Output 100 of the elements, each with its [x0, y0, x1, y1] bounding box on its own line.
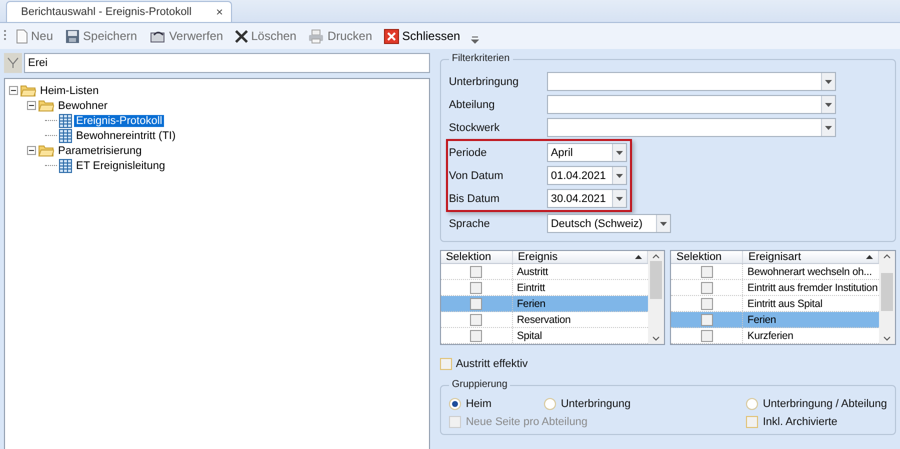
checkbox-label: Austritt effektiv	[456, 358, 528, 370]
grid-row[interactable]: Kurzferien	[671, 328, 879, 344]
table-icon	[59, 128, 72, 142]
close-icon	[384, 28, 400, 44]
column-header[interactable]: Selektion	[671, 251, 744, 263]
collapse-icon[interactable]	[27, 146, 36, 155]
sort-icon	[635, 255, 642, 259]
table-icon	[59, 114, 72, 128]
table-cell-text: Eintritt aus fremder Institution	[746, 280, 879, 295]
radio-label: Unterbringung	[560, 398, 631, 410]
checkbox[interactable]	[470, 314, 482, 326]
table-cell-text: Kurzferien	[746, 328, 794, 343]
caret-icon	[824, 80, 832, 84]
page-icon	[16, 28, 28, 44]
group-title: Filterkriterien	[448, 53, 513, 64]
group-title: Gruppierung	[448, 379, 510, 390]
checkbox[interactable]	[700, 330, 713, 342]
checkbox[interactable]	[700, 266, 713, 278]
table-cell-text: Ferien	[746, 312, 777, 327]
checkbox[interactable]	[470, 282, 482, 294]
close-tab-button[interactable]: ×	[216, 5, 223, 19]
column-header[interactable]: Selektion	[440, 251, 513, 263]
caret-icon	[824, 102, 832, 106]
document-tab[interactable]: Berichtauswahl - Ereignis-Protokoll ×	[6, 1, 232, 22]
table-cell-text: Spital	[516, 328, 543, 343]
tree-item[interactable]: Bewohnereintritt (TI)	[74, 130, 178, 142]
folder-icon	[38, 99, 54, 112]
table-cell-text: Bewohnerart wechseln oh...	[746, 264, 873, 279]
radio-label: Heim	[466, 398, 492, 410]
table-cell-text: Austritt	[516, 264, 550, 279]
dropdown[interactable]: April	[546, 143, 627, 162]
table-cell-text: Ferien	[516, 296, 546, 311]
dropdown[interactable]: Deutsch (Schweiz)	[546, 214, 671, 233]
grid-row[interactable]: Austritt	[440, 264, 648, 280]
grid-row[interactable]: Bewohnerart wechseln oh...	[671, 264, 879, 280]
tree-item[interactable]: Bewohner	[56, 100, 110, 112]
grid-row[interactable]: Ferien	[671, 312, 879, 328]
collapse-icon[interactable]	[9, 86, 18, 95]
tree-item[interactable]: Parametrisierung	[56, 144, 144, 156]
folder-icon	[38, 144, 54, 157]
tree-item[interactable]: Heim-Listen	[38, 84, 101, 96]
field-label: Von Datum	[448, 170, 504, 182]
checkbox[interactable]	[470, 298, 482, 310]
field-label: Bis Datum	[448, 192, 501, 204]
radio-button[interactable]	[746, 398, 758, 410]
caret-icon	[616, 174, 623, 178]
checkbox[interactable]	[700, 282, 713, 294]
dropdown[interactable]	[546, 72, 836, 91]
field-label: Unterbringung	[448, 76, 520, 88]
grid-row[interactable]: Reservation	[440, 312, 648, 328]
checkbox-label: Inkl. Archivierte	[762, 416, 838, 428]
search-field[interactable]: Erei	[24, 53, 430, 73]
dropdown[interactable]: 01.04.2021	[546, 166, 627, 185]
checkbox[interactable]	[746, 416, 758, 428]
toolbar-grip[interactable]	[3, 29, 7, 43]
checkbox[interactable]	[470, 330, 482, 342]
radio-button[interactable]	[448, 398, 461, 410]
toolbar-button[interactable]: Schliessen	[381, 25, 464, 47]
collapse-icon[interactable]	[27, 101, 36, 110]
grid-row[interactable]: Eintritt	[440, 280, 648, 296]
caret-icon	[824, 126, 832, 130]
table-cell-text: Reservation	[516, 312, 572, 327]
checkbox[interactable]	[700, 314, 713, 326]
scrollbar[interactable]	[879, 251, 895, 344]
checkbox[interactable]	[470, 266, 482, 278]
save-icon	[65, 28, 80, 44]
grid-row[interactable]: Ferien	[440, 296, 648, 312]
delete-icon	[235, 30, 248, 42]
field-label: Sprache	[448, 218, 491, 230]
checkbox[interactable]	[440, 358, 452, 370]
caret-icon	[660, 222, 667, 226]
dropdown[interactable]	[546, 118, 836, 137]
grid-row[interactable]: Eintritt aus fremder Institution	[671, 280, 879, 296]
table-icon	[59, 158, 72, 172]
field-label: Periode	[448, 146, 488, 158]
filter-icon	[7, 57, 19, 69]
dropdown[interactable]	[546, 95, 836, 114]
scrollbar[interactable]	[648, 251, 664, 344]
tree-item[interactable]: Ereignis-Protokoll	[74, 114, 164, 126]
caret-icon	[616, 150, 623, 154]
field-label: Abteilung	[448, 98, 496, 110]
sort-icon	[866, 255, 873, 259]
checkbox[interactable]	[700, 298, 713, 310]
table-cell-text: Eintritt aus Spital	[746, 296, 824, 311]
printer-icon	[308, 28, 324, 44]
checkbox-label: Neue Seite pro Abteilung	[466, 416, 588, 428]
radio-button[interactable]	[544, 398, 556, 410]
caret-icon	[616, 196, 623, 200]
scroll-down-icon[interactable]	[652, 336, 660, 342]
dropdown[interactable]: 30.04.2021	[546, 189, 627, 208]
filter-button[interactable]	[4, 53, 22, 73]
tree-item[interactable]: ET Ereignisleitung	[74, 160, 168, 172]
overflow-icon[interactable]	[471, 35, 480, 45]
radio-label: Unterbringung / Abteilung	[762, 398, 887, 410]
grid-row[interactable]: Eintritt aus Spital	[671, 296, 879, 312]
scroll-up-icon[interactable]	[652, 253, 660, 259]
scroll-down-icon[interactable]	[883, 336, 891, 342]
grid-row[interactable]: Spital	[440, 328, 648, 344]
table-cell-text: Eintritt	[516, 280, 546, 295]
scroll-up-icon[interactable]	[883, 253, 891, 259]
